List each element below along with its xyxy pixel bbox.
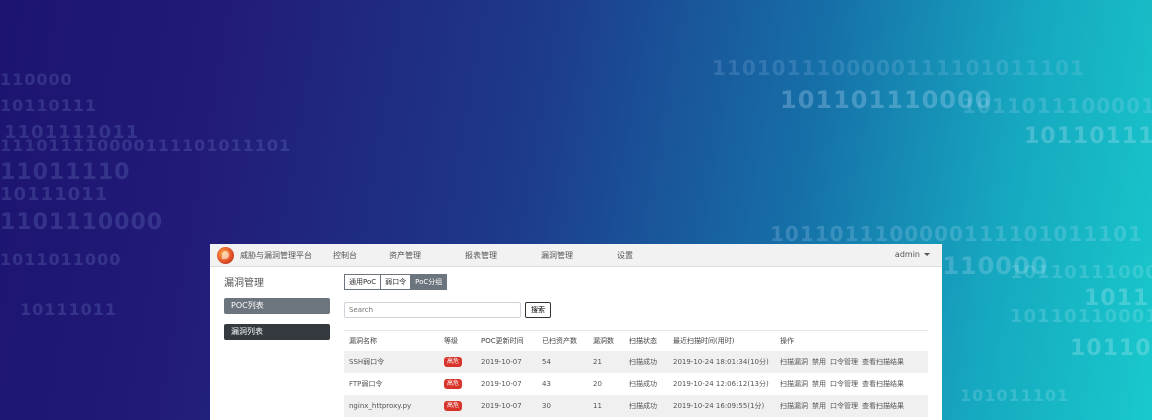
- background-binary: 1011011110: [1024, 124, 1152, 149]
- background-binary: 10111011: [20, 300, 118, 319]
- actions-cell: 扫描漏洞禁用口令管理查看扫描结果: [775, 373, 928, 395]
- disable-link[interactable]: 禁用: [812, 358, 826, 366]
- tab-general-poc[interactable]: 通用PoC: [344, 274, 382, 290]
- password-manage-link[interactable]: 口令管理: [830, 380, 858, 388]
- table-row: nginx_httproxy.py 高危 2019-10-07 30 11 扫描成功 201…: [344, 395, 928, 417]
- search-button[interactable]: 搜索: [525, 302, 551, 318]
- search-bar: 搜索: [344, 302, 928, 318]
- brand-title: 威胁与漏洞管理平台: [240, 250, 312, 260]
- app-window: 威胁与漏洞管理平台 控制台 资产管理 报表管理 漏洞管理 设置 admin 漏洞…: [210, 244, 942, 420]
- column-header: 扫描状态: [624, 330, 668, 351]
- level-cell: 高危: [439, 395, 476, 417]
- actions-cell: 扫描漏洞禁用口令管理查看扫描结果: [775, 395, 928, 417]
- severity-badge: 高危: [444, 401, 463, 411]
- vuln-name: FTP弱口令: [349, 380, 383, 388]
- password-manage-link[interactable]: 口令管理: [830, 358, 858, 366]
- username: admin: [894, 250, 920, 259]
- user-menu[interactable]: admin: [895, 250, 930, 259]
- sidebar-item-poc-list[interactable]: POC列表: [224, 298, 330, 314]
- background-binary: 10110111: [0, 96, 98, 115]
- tab-group: 通用PoC 弱口令 PoC分组: [344, 274, 928, 290]
- level-cell: 高危: [439, 373, 476, 395]
- background-binary: 10110111000011: [962, 94, 1152, 118]
- poc-updated: 2019-10-07: [476, 395, 537, 417]
- background-binary: 1011011000: [0, 250, 122, 269]
- nav-dashboard[interactable]: 控制台: [333, 250, 357, 261]
- severity-badge: 高危: [444, 379, 463, 389]
- last-scan-time: 2019-10-24 18:01:34(10分): [668, 351, 775, 373]
- disable-link[interactable]: 禁用: [812, 380, 826, 388]
- poc-updated: 2019-10-07: [476, 351, 537, 373]
- background-binary: 101101110000: [780, 86, 993, 114]
- vuln-count: 21: [588, 351, 624, 373]
- scan-status: 扫描成功: [629, 380, 657, 388]
- level-cell: 高危: [439, 351, 476, 373]
- scanned-assets: 54: [537, 351, 588, 373]
- column-header: 操作: [775, 330, 928, 351]
- poc-table: 漏洞名称 等级 POC更新时间 已扫资产数 漏洞数 扫描状态 最近扫描时间(用时…: [344, 330, 928, 420]
- column-header: 等级: [439, 330, 476, 351]
- main-content: 通用PoC 弱口令 PoC分组 搜索 漏洞名称 等级 POC更新时间 已扫资产数…: [344, 274, 928, 420]
- background-binary: 1101011100000111101011101: [712, 56, 1085, 80]
- table-row: SSH弱口令 高危 2019-10-07 54 21 扫描成功 2019-10-24 18:…: [344, 351, 928, 373]
- background-binary: 111011110000111101011101: [0, 136, 292, 155]
- view-results-link[interactable]: 查看扫描结果: [862, 402, 904, 410]
- tab-poc-group[interactable]: PoC分组: [410, 274, 448, 290]
- nav-settings[interactable]: 设置: [617, 250, 633, 261]
- sidebar-item-vuln-list[interactable]: 漏洞列表: [224, 324, 330, 340]
- last-scan-time: 2019-10-24 16:09:55(1分): [668, 395, 775, 417]
- column-header: 最近扫描时间(用时): [668, 330, 775, 351]
- sidebar: 漏洞管理 POC列表 漏洞列表: [224, 274, 330, 350]
- last-scan-time: 2019-10-24 12:06:12(13分): [673, 380, 769, 388]
- sidebar-item-label: 漏洞列表: [231, 327, 263, 336]
- password-manage-link[interactable]: 口令管理: [830, 402, 858, 410]
- sidebar-title: 漏洞管理: [224, 278, 264, 289]
- vuln-count: 20: [593, 380, 602, 388]
- poc-updated: 2019-10-07: [481, 380, 522, 388]
- background-binary: 11011110: [0, 160, 131, 185]
- scan-vuln-link[interactable]: 扫描漏洞: [780, 358, 808, 366]
- table-row: FTP弱口令 高危 2019-10-07 43 20 扫描成功 2019-10-24 12:…: [344, 373, 928, 395]
- vuln-count: 11: [588, 395, 624, 417]
- scan-vuln-link[interactable]: 扫描漏洞: [780, 380, 808, 388]
- vuln-name: SSH弱口令: [344, 351, 439, 373]
- scanned-assets: 43: [542, 380, 551, 388]
- background-binary: 1011011: [1070, 336, 1152, 361]
- nav-vulnerabilities[interactable]: 漏洞管理: [541, 250, 573, 261]
- background-binary: 10111011: [0, 184, 109, 205]
- nav-assets[interactable]: 资产管理: [389, 250, 421, 261]
- disable-link[interactable]: 禁用: [812, 402, 826, 410]
- tab-weak-password[interactable]: 弱口令: [380, 274, 412, 290]
- background-binary: 1101110000: [0, 210, 164, 235]
- chevron-down-icon: [924, 253, 930, 256]
- background-binary: 1011011100001111: [1010, 262, 1152, 283]
- phoenix-logo-icon: [217, 246, 234, 264]
- scan-vuln-link[interactable]: 扫描漏洞: [780, 402, 808, 410]
- actions-cell: 扫描漏洞禁用口令管理查看扫描结果: [775, 351, 928, 373]
- severity-badge: 高危: [444, 357, 463, 367]
- column-header: 漏洞数: [588, 330, 624, 351]
- view-results-link[interactable]: 查看扫描结果: [862, 380, 904, 388]
- main-nav: 控制台 资产管理 报表管理 漏洞管理 设置: [333, 250, 677, 261]
- search-input[interactable]: [344, 302, 521, 318]
- vuln-name: nginx_httproxy.py: [344, 395, 439, 417]
- scanned-assets: 30: [537, 395, 588, 417]
- view-results-link[interactable]: 查看扫描结果: [862, 358, 904, 366]
- background-binary: 110000: [0, 70, 73, 89]
- background-binary: 101011101: [960, 386, 1070, 405]
- column-header: 已扫资产数: [537, 330, 588, 351]
- nav-reports[interactable]: 报表管理: [465, 250, 497, 261]
- table-header-row: 漏洞名称 等级 POC更新时间 已扫资产数 漏洞数 扫描状态 最近扫描时间(用时…: [344, 330, 928, 351]
- column-header: 漏洞名称: [344, 330, 439, 351]
- background-binary: 1011011100000111101011101: [770, 222, 1143, 246]
- scan-status: 扫描成功: [624, 351, 668, 373]
- scan-status: 扫描成功: [624, 395, 668, 417]
- top-navbar: 威胁与漏洞管理平台 控制台 资产管理 报表管理 漏洞管理 设置 admin: [210, 244, 942, 267]
- sidebar-item-label: POC列表: [231, 301, 264, 310]
- background-binary: 1011011000111: [1010, 306, 1152, 327]
- column-header: POC更新时间: [476, 330, 537, 351]
